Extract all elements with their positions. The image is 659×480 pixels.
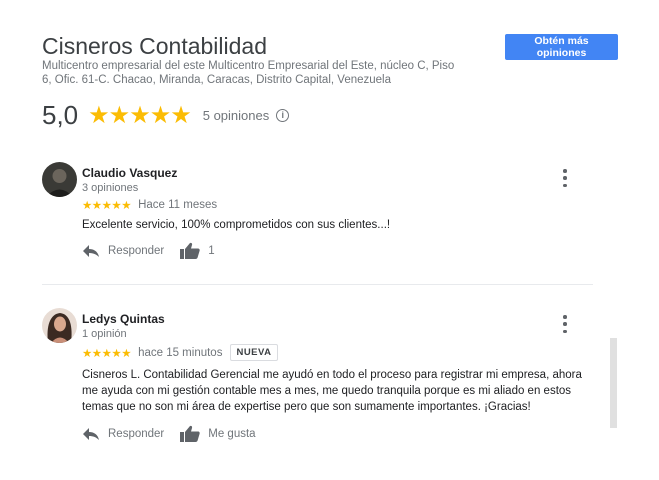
- review-count: 5 opiniones: [202, 108, 270, 123]
- reviewer-name[interactable]: Claudio Vasquez: [82, 166, 177, 180]
- review-text: Cisneros L. Contabilidad Gerencial me ay…: [82, 369, 582, 413]
- avatar[interactable]: [42, 162, 77, 197]
- like-count: 1: [208, 244, 215, 257]
- rating-stars: ★★★★★: [88, 102, 192, 129]
- avatar[interactable]: [42, 308, 77, 343]
- divider: [42, 284, 593, 285]
- reply-button[interactable]: Responder: [82, 244, 164, 258]
- reviewer-review-count: 1 opinión: [82, 328, 127, 340]
- rating-score: 5,0: [42, 100, 79, 130]
- reply-icon: [83, 244, 99, 257]
- new-badge: NUEVA: [230, 344, 278, 361]
- business-name: Cisneros Contabilidad: [42, 33, 268, 59]
- review-rating: ★★★★★ hace 15 minutos NUEVA: [82, 344, 278, 361]
- review-text: Excelente servicio, 100% comprometidos c…: [82, 219, 391, 231]
- review-stars: ★★★★★: [82, 347, 132, 360]
- review-stars: ★★★★★: [82, 200, 132, 212]
- get-more-reviews-button[interactable]: Obtén más opiniones: [505, 34, 618, 60]
- more-options-icon[interactable]: [560, 315, 570, 333]
- more-options-icon[interactable]: [560, 169, 570, 187]
- review-actions: Responder Me gusta: [82, 425, 256, 442]
- reply-icon: [83, 427, 99, 440]
- like-button[interactable]: 1: [180, 242, 215, 259]
- info-icon[interactable]: i: [276, 109, 290, 122]
- reviewer-name[interactable]: Ledys Quintas: [82, 312, 165, 326]
- rating-summary: 5,0 ★★★★★ 5 opiniones i: [42, 100, 290, 131]
- review-actions: Responder 1: [82, 242, 215, 259]
- reviewer-review-count: 3 opiniones: [82, 182, 139, 194]
- reply-label: Responder: [108, 427, 165, 440]
- like-label: Me gusta: [208, 427, 256, 440]
- business-address: Multicentro empresarial del este Multice…: [42, 60, 455, 86]
- reply-label: Responder: [108, 244, 165, 257]
- review-time: hace 15 minutos: [138, 346, 223, 359]
- reply-button[interactable]: Responder: [82, 427, 164, 441]
- scrollbar[interactable]: [610, 338, 617, 428]
- thumbs-up-icon: [180, 425, 200, 442]
- review-time: Hace 11 meses: [138, 199, 218, 211]
- review-rating: ★★★★★ Hace 11 meses: [82, 198, 217, 212]
- thumbs-up-icon: [180, 242, 200, 259]
- like-button[interactable]: Me gusta: [180, 425, 256, 442]
